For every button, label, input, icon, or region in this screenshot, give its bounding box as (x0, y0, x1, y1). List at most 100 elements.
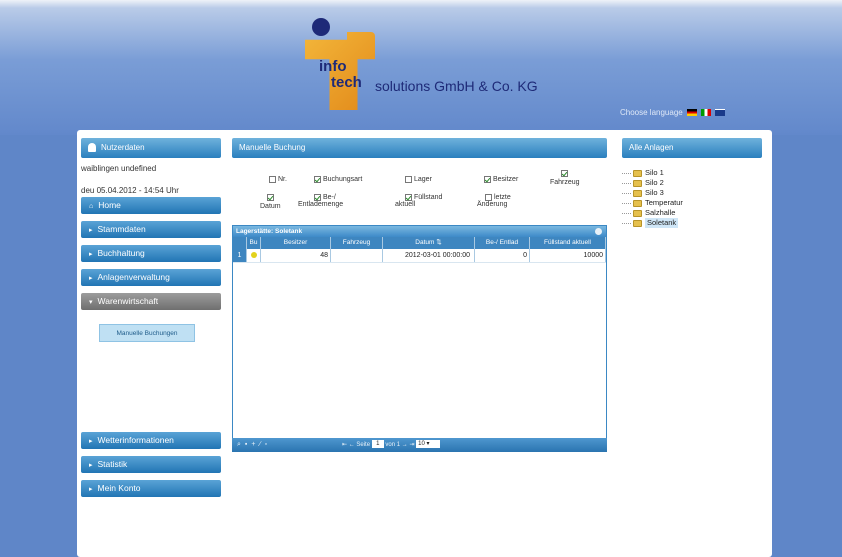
refresh-icon[interactable]: ▫ (265, 441, 271, 448)
arrow-right-icon: ▸ (89, 438, 93, 445)
col-bu[interactable]: Bu (247, 237, 261, 249)
tree-item-silo-1[interactable]: Silo 1 (622, 168, 762, 178)
user-icon (88, 143, 96, 153)
tree-line (622, 222, 631, 224)
last-page-icon[interactable]: ⇥ (409, 442, 414, 448)
fuellstand-label-1: Füllstand (414, 194, 443, 201)
table-row[interactable]: 1 48 2012-03-01 00:00:00 0 10000 (233, 249, 606, 263)
plants-panel-title: Alle Anlagen (629, 143, 674, 152)
cell-fahrzeug (331, 249, 383, 262)
arrow-right-icon: ▸ (89, 227, 93, 234)
cell-fuellstand: 10000 (530, 249, 606, 262)
logo-info-text: info (319, 58, 347, 75)
add-icon[interactable]: + (251, 441, 259, 448)
tree-label: Silo 3 (645, 188, 664, 197)
arrow-right-icon: ▸ (89, 462, 93, 469)
fuellstand-wrap: Füllstand aktuell (395, 194, 442, 208)
nav-stammdaten[interactable]: ▸ Stammdaten (81, 221, 221, 238)
col-fahrzeug[interactable]: Fahrzeug (331, 237, 383, 249)
row-number: 1 (233, 249, 247, 262)
field-besitzer-toggle[interactable]: Besitzer (484, 176, 518, 183)
field-fahrzeug-toggle[interactable]: Fahrzeug (550, 170, 580, 186)
page-size-select[interactable]: 10 ▾ (416, 440, 441, 449)
lager-checkbox[interactable] (405, 176, 412, 183)
nav-wetterinformationen[interactable]: ▸ Wetterinformationen (81, 432, 221, 449)
field-datum-toggle[interactable]: Datum (260, 194, 281, 210)
tree-line (622, 182, 631, 184)
english-flag-icon[interactable] (715, 109, 726, 117)
buchungsart-label: Buchungsart (323, 176, 363, 183)
col-besitzer[interactable]: Besitzer (261, 237, 331, 249)
letzte-wrap: letzte Änderung (477, 194, 511, 208)
fuellstand-checkbox[interactable] (405, 194, 412, 201)
nav-mein-konto[interactable]: ▸ Mein Konto (81, 480, 221, 497)
fuellstand-label-2: aktuell (395, 201, 416, 208)
field-lager-toggle[interactable]: Lager (405, 176, 432, 183)
tree-line (622, 212, 631, 214)
column-selector: Nr. Buchungsart Lager Besitzer Fahrzeug … (232, 158, 607, 216)
letzte-checkbox[interactable] (485, 194, 492, 201)
pager-controls: ⇤ ← Seite 1 von 1 → ⇥ 10 ▾ (342, 438, 441, 452)
folder-icon (633, 179, 642, 187)
row-status (247, 249, 261, 262)
nav-statistik[interactable]: ▸ Statistik (81, 456, 221, 473)
tree-label: Silo 2 (645, 178, 664, 187)
german-flag-icon[interactable] (686, 109, 697, 117)
field-entlademenge-toggle[interactable]: Be-/ Entlademenge (298, 194, 343, 208)
status-dot-icon (250, 252, 257, 259)
fuellstand-row1: Füllstand (395, 194, 442, 201)
nav-warenwirtschaft[interactable]: ▾ Warenwirtschaft (81, 293, 221, 310)
grid-caption-text: Lagerstätte: Soletank (236, 228, 303, 235)
tree-item-temperatur[interactable]: Temperatur (622, 198, 762, 208)
lager-label: Lager (414, 176, 432, 183)
tree-item-silo-3[interactable]: Silo 3 (622, 188, 762, 198)
collapse-icon[interactable] (595, 228, 602, 235)
logo-dot (312, 18, 330, 36)
tree-item-salzhalle[interactable]: Salzhalle (622, 208, 762, 218)
entlademenge-checkbox[interactable] (314, 194, 321, 201)
sort-icon: ⇅ (436, 239, 442, 246)
search-icon[interactable]: ⌕ (237, 441, 245, 448)
buchungsart-checkbox[interactable] (314, 176, 321, 183)
next-page-icon[interactable]: → (402, 442, 408, 448)
cell-entlad: 0 (475, 249, 530, 262)
col-datum[interactable]: Datum ⇅ (383, 237, 475, 249)
entlademenge-wrap: Be-/ Entlademenge (298, 194, 343, 208)
logo-company-name: solutions GmbH & Co. KG (375, 78, 538, 94)
datum-checkbox[interactable] (266, 194, 274, 201)
field-fuellstand-toggle[interactable]: Füllstand aktuell (395, 194, 442, 208)
prev-page-icon[interactable]: ← (349, 442, 355, 448)
nav-anlagenverwaltung[interactable]: ▸ Anlagenverwaltung (81, 269, 221, 286)
tree-line (622, 172, 631, 174)
plants-panel-header: Alle Anlagen (622, 138, 762, 158)
user-panel-header: Nutzerdaten (81, 138, 221, 158)
nr-checkbox[interactable] (269, 176, 276, 183)
datum-label: Datum (260, 203, 281, 210)
tree-item-soletank[interactable]: Soletank (622, 218, 762, 228)
col-fuellstand[interactable]: Füllstand aktuell (530, 237, 606, 249)
grid-header-row: Bu Besitzer Fahrzeug Datum ⇅ Be-/ Entlad… (233, 237, 606, 249)
nav-home-label: Home (98, 200, 121, 210)
nav-warenwirtschaft-label: Warenwirtschaft (97, 296, 159, 306)
page-input[interactable]: 1 (371, 440, 384, 449)
besitzer-checkbox[interactable] (484, 176, 491, 183)
fahrzeug-checkbox[interactable] (561, 170, 569, 177)
tree-item-silo-2[interactable]: Silo 2 (622, 178, 762, 188)
nav-home[interactable]: ⌂ Home (81, 197, 221, 214)
arrow-right-icon: ▸ (89, 251, 93, 258)
field-letzte-aenderung-toggle[interactable]: letzte Änderung (477, 194, 511, 208)
field-buchungsart-toggle[interactable]: Buchungsart (314, 176, 362, 183)
field-nr-toggle[interactable]: Nr. (269, 176, 287, 183)
booking-grid: Lagerstätte: Soletank Bu Besitzer Fahrze… (232, 225, 607, 452)
center-panel: Manuelle Buchung Nr. Buchungsart Lager B… (232, 138, 607, 452)
left-sidebar: Nutzerdaten waiblingen undefined deu 05.… (81, 138, 221, 497)
submenu-manuelle-buchungen[interactable]: Manuelle Buchungen (99, 324, 195, 342)
first-page-icon[interactable]: ⇤ (342, 442, 347, 448)
user-location: waiblingen undefined (81, 164, 157, 173)
folder-icon (633, 189, 642, 197)
booking-panel-header: Manuelle Buchung (232, 138, 607, 158)
nav-buchhaltung[interactable]: ▸ Buchhaltung (81, 245, 221, 262)
col-entlad[interactable]: Be-/ Entlad (475, 237, 530, 249)
italian-flag-icon[interactable] (701, 109, 712, 117)
nav-wetter-label: Wetterinformationen (97, 435, 174, 445)
